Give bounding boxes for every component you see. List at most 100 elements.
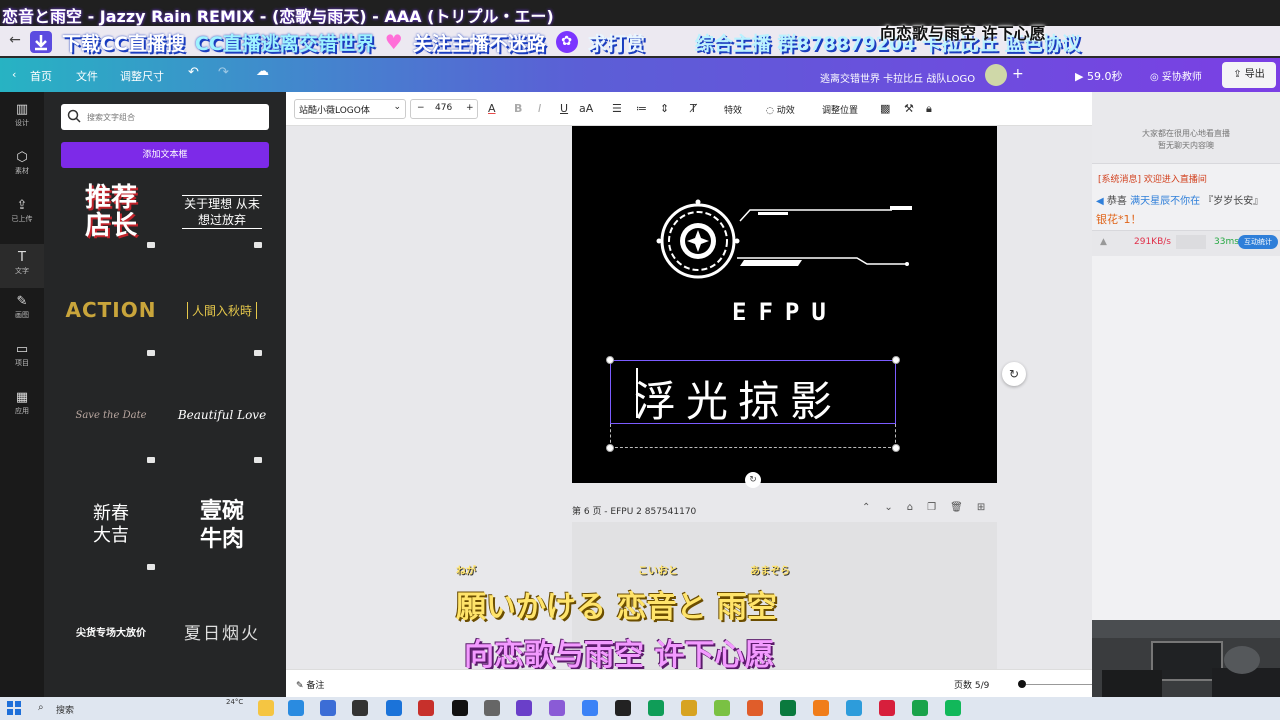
weather-widget[interactable]: 24°C [226,698,243,706]
text-combo-tile[interactable]: 尖货专场大放价 [61,588,161,674]
align-icon[interactable]: ☰ [612,102,622,115]
page-label[interactable]: 第 6 页 - EFPU 2 857541170 [572,504,696,517]
windows-start-icon[interactable] [7,701,21,715]
file-explorer-icon[interactable] [258,700,274,716]
undo-icon[interactable]: ↶ [188,65,199,80]
position-button[interactable]: 调整位置 [822,103,858,116]
chat-username[interactable]: 满天星辰不你在 [1130,196,1200,207]
app-icon[interactable] [615,700,631,716]
app-icon[interactable] [879,700,895,716]
font-size-value[interactable]: 476 [435,103,452,113]
teacher-button[interactable]: ◎ 妥协教师 [1150,68,1202,83]
firefox-icon[interactable] [813,700,829,716]
export-button[interactable]: ⇪ 导出 [1222,62,1276,88]
rail-text[interactable]: T 文字 [0,244,44,288]
notes-button[interactable]: ✎ 备注 [296,678,324,691]
back-arrow-icon[interactable]: ← [6,32,24,50]
app-icon[interactable] [780,700,796,716]
font-size-stepper[interactable]: − 476 + [410,99,478,119]
font-select[interactable]: 站酷小薇LOGO体 ⌄ [294,99,406,119]
duplicate-icon[interactable]: ❐ [927,502,936,513]
app-icon[interactable] [352,700,368,716]
settings-icon[interactable] [484,700,500,716]
style-paint-icon[interactable]: ⚒ [904,102,914,115]
effects-button[interactable]: 特效 [724,103,742,116]
spacing-icon[interactable]: ⇕ [660,102,669,115]
rail-elements[interactable]: ⬡ 素材 [0,150,44,194]
app-icon[interactable] [516,700,532,716]
back-chevron-icon[interactable]: ‹ [12,68,16,81]
vertical-text-icon[interactable]: Ⱦ [690,102,697,115]
app-icon[interactable] [582,700,598,716]
transparency-icon[interactable]: ▩ [880,102,890,115]
rail-design[interactable]: ▥ 设计 [0,102,44,146]
resize-button[interactable]: 调整尺寸 [120,68,164,84]
avatar[interactable] [985,64,1007,86]
app-icon[interactable] [386,700,402,716]
list-icon[interactable]: ≔ [636,102,647,115]
refresh-icon[interactable]: ↻ [1002,362,1026,386]
interact-stats-button[interactable]: 互动统计 [1238,235,1278,249]
text-combo-tile[interactable]: 夏日烟火 [172,588,272,674]
animate-button[interactable]: ◌ 动效 [766,103,795,116]
rail-projects[interactable]: ▭ 项目 [0,342,44,386]
italic-icon[interactable]: I [538,102,541,115]
store-icon[interactable] [320,700,336,716]
app-icon[interactable] [418,700,434,716]
text-combo-tile[interactable]: Save the Date [61,372,161,458]
search-input[interactable] [87,108,262,126]
resize-handle[interactable] [892,444,900,452]
zoom-slider-thumb[interactable] [1018,680,1026,688]
redo-icon[interactable]: ↷ [218,65,229,80]
rail-draw[interactable]: ✎ 画图 [0,294,44,338]
app-icon[interactable] [912,700,928,716]
logo-text[interactable]: EFPU [732,298,838,326]
add-collaborator-icon[interactable]: + [1012,66,1024,82]
app-icon[interactable] [714,700,730,716]
page-count[interactable]: 页数 5/9 [954,678,989,691]
app-icon[interactable] [452,700,468,716]
zoom-slider-track[interactable] [1026,684,1092,685]
present-button[interactable]: ▶ 59.0秒 [1075,68,1122,84]
text-combo-tile[interactable]: 关于理想 从未想过放弃 [172,176,272,248]
add-textbox-button[interactable]: 添加文本框 [61,142,269,168]
increase-icon[interactable]: + [466,103,474,113]
design-canvas[interactable]: EFPU 浮光掠影 [572,126,997,483]
resize-handle[interactable] [892,356,900,364]
caption-text[interactable]: 浮光掠影 [634,368,842,429]
app-icon[interactable] [648,700,664,716]
text-combo-tile[interactable]: 壹碗 牛肉 [172,480,272,570]
lock-icon[interactable]: 🔒︎ [926,102,932,116]
app-icon[interactable] [747,700,763,716]
rotate-handle-icon[interactable]: ↻ [745,472,761,488]
underline-icon[interactable]: U [560,102,568,115]
decrease-icon[interactable]: − [417,103,425,113]
rail-uploads[interactable]: ⇪ 已上传 [0,198,44,242]
text-combo-tile[interactable]: 新春大吉 [61,480,161,570]
text-combo-tile[interactable]: Beautiful Love [172,372,272,458]
bold-icon[interactable]: B [514,102,522,115]
search-box[interactable] [61,104,269,130]
edge-icon[interactable] [288,700,304,716]
rail-apps[interactable]: ▦ 应用 [0,390,44,434]
add-page-icon[interactable]: ⊞ [977,502,985,513]
document-title[interactable]: 逃离交错世界 卡拉比丘 战队LOGO [820,70,975,85]
lock-icon[interactable]: ⌂ [907,502,913,513]
resize-handle[interactable] [606,444,614,452]
text-combo-tile[interactable]: 人間入秋時 [172,267,272,353]
app-icon[interactable] [846,700,862,716]
text-color-icon[interactable]: A [488,102,496,115]
file-menu[interactable]: 文件 [76,68,98,84]
taskbar-search[interactable]: ⌕ 搜索 [32,699,144,718]
text-combo-tile[interactable]: ACTION [61,267,161,353]
app-icon[interactable] [945,700,961,716]
app-icon[interactable] [681,700,697,716]
resize-handle[interactable] [606,356,614,364]
text-combo-tile[interactable]: 推荐 店长 [61,176,161,248]
chevron-down-icon[interactable]: ⌄ [884,502,892,513]
case-icon[interactable]: aA [579,102,593,115]
chevron-up-icon[interactable]: ⌃ [862,502,870,513]
app-icon[interactable] [549,700,565,716]
home-button[interactable]: 首页 [30,68,52,84]
trash-icon[interactable]: 🗑︎ [950,502,963,513]
